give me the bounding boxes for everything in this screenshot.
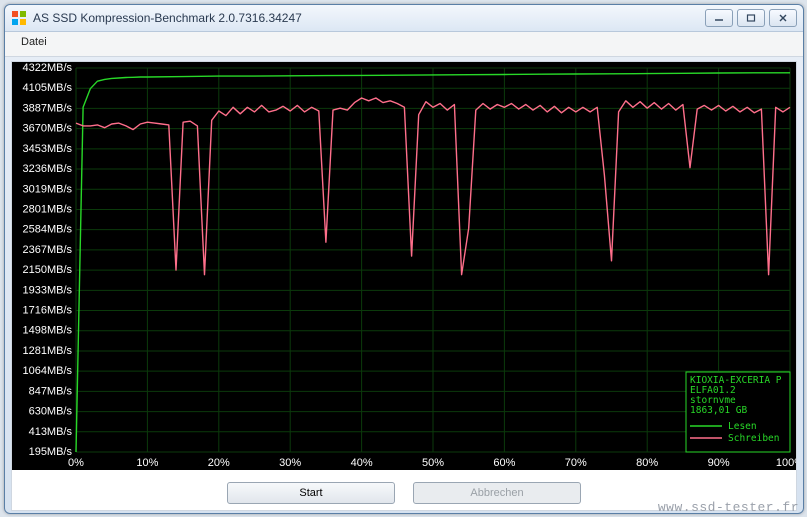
titlebar: AS SSD Kompression-Benchmark 2.0.7316.34… — [5, 5, 803, 32]
svg-text:70%: 70% — [565, 457, 587, 469]
svg-text:2801MB/s: 2801MB/s — [22, 203, 72, 215]
svg-text:195MB/s: 195MB/s — [29, 446, 73, 458]
menu-file[interactable]: Datei — [15, 34, 53, 50]
app-icon — [11, 10, 27, 26]
svg-text:100%: 100% — [776, 457, 796, 469]
svg-text:90%: 90% — [708, 457, 730, 469]
svg-text:20%: 20% — [208, 457, 230, 469]
svg-text:4322MB/s: 4322MB/s — [22, 62, 72, 74]
chart-area: 195MB/s 413MB/s 630MB/s 847MB/s 1064MB/s 1281… — [12, 62, 796, 470]
svg-text:3887MB/s: 3887MB/s — [22, 102, 72, 114]
svg-text:30%: 30% — [279, 457, 301, 469]
window-controls — [705, 9, 797, 27]
svg-text:Schreiben: Schreiben — [728, 433, 779, 444]
svg-text:80%: 80% — [636, 457, 658, 469]
svg-text:847MB/s: 847MB/s — [29, 385, 73, 397]
svg-text:1933MB/s: 1933MB/s — [22, 284, 72, 296]
svg-text:1863,01 GB: 1863,01 GB — [690, 405, 747, 416]
svg-text:1281MB/s: 1281MB/s — [22, 345, 72, 357]
svg-text:3670MB/s: 3670MB/s — [22, 123, 72, 135]
svg-text:0%: 0% — [68, 457, 84, 469]
svg-text:1716MB/s: 1716MB/s — [22, 305, 72, 317]
abort-button[interactable]: Abbrechen — [413, 482, 581, 504]
svg-text:3236MB/s: 3236MB/s — [22, 163, 72, 175]
svg-text:10%: 10% — [136, 457, 158, 469]
svg-text:3019MB/s: 3019MB/s — [22, 183, 72, 195]
minimize-button[interactable] — [705, 9, 733, 27]
maximize-button[interactable] — [737, 9, 765, 27]
svg-text:60%: 60% — [493, 457, 515, 469]
menubar: Datei — [5, 32, 803, 57]
svg-text:Lesen: Lesen — [728, 421, 757, 432]
close-icon — [778, 14, 788, 22]
start-button[interactable]: Start — [227, 482, 395, 504]
watermark: www.ssd-tester.fr — [658, 500, 799, 515]
svg-text:3453MB/s: 3453MB/s — [22, 143, 72, 155]
svg-text:413MB/s: 413MB/s — [29, 426, 73, 438]
svg-text:4105MB/s: 4105MB/s — [22, 82, 72, 94]
svg-text:2150MB/s: 2150MB/s — [22, 264, 72, 276]
content-panel: 195MB/s 413MB/s 630MB/s 847MB/s 1064MB/s 1281… — [11, 61, 797, 511]
minimize-icon — [714, 14, 724, 22]
svg-text:2584MB/s: 2584MB/s — [22, 224, 72, 236]
svg-text:1064MB/s: 1064MB/s — [22, 365, 72, 377]
svg-text:40%: 40% — [351, 457, 373, 469]
window-title: AS SSD Kompression-Benchmark 2.0.7316.34… — [33, 11, 705, 25]
svg-text:2367MB/s: 2367MB/s — [22, 244, 72, 256]
app-window: AS SSD Kompression-Benchmark 2.0.7316.34… — [4, 4, 804, 514]
svg-text:1498MB/s: 1498MB/s — [22, 325, 72, 337]
maximize-icon — [746, 14, 756, 22]
close-button[interactable] — [769, 9, 797, 27]
svg-text:630MB/s: 630MB/s — [29, 406, 73, 418]
benchmark-chart: 195MB/s 413MB/s 630MB/s 847MB/s 1064MB/s 1281… — [12, 62, 796, 470]
svg-text:50%: 50% — [422, 457, 444, 469]
